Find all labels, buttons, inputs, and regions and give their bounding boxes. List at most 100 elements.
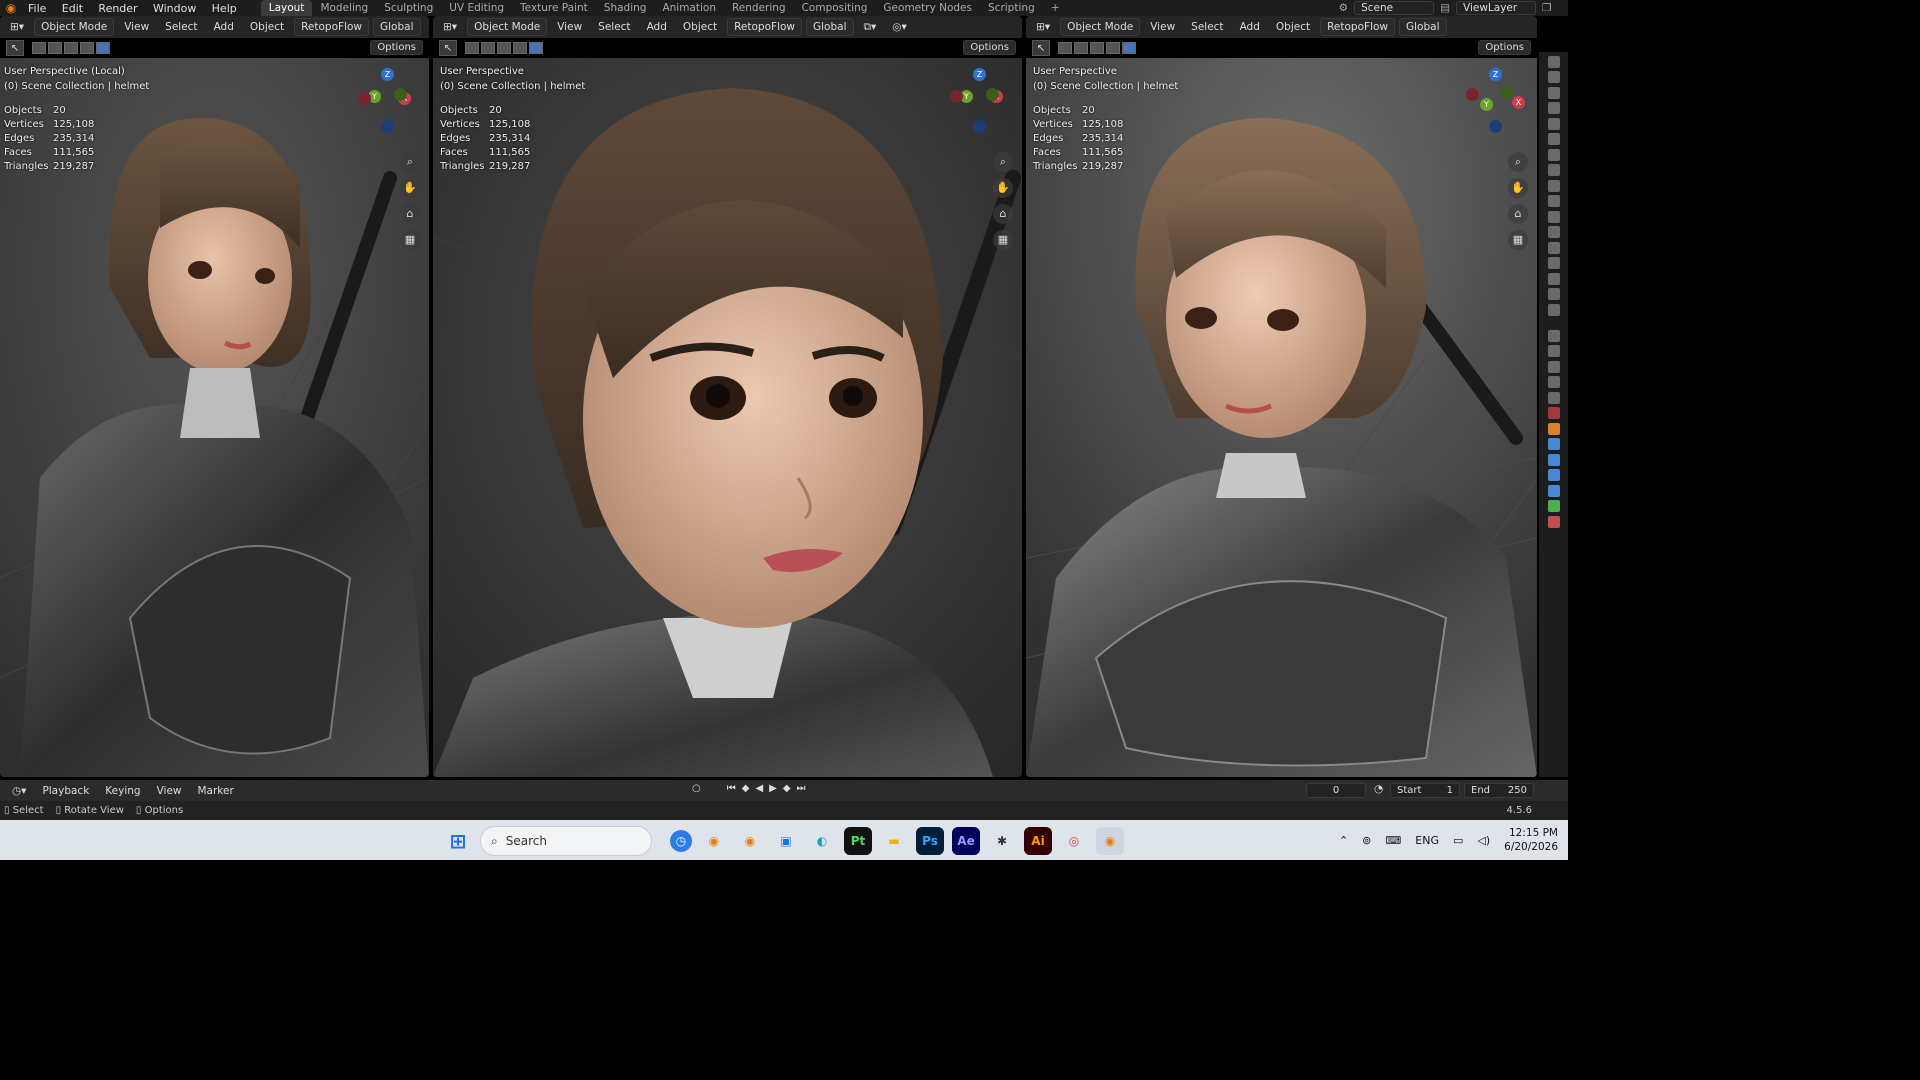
render-properties-icon[interactable] — [1547, 345, 1560, 357]
pan-hand-icon[interactable]: ✋ — [400, 178, 420, 198]
playback-menu[interactable]: Playback — [36, 783, 95, 799]
zoom-icon[interactable]: ⌕ — [1508, 152, 1528, 172]
jump-end-icon[interactable]: ⏭ — [797, 783, 806, 794]
select-tool-icon[interactable]: ↖ — [6, 40, 24, 56]
retopoflow-menu[interactable]: RetopoFlow — [727, 18, 802, 36]
select-menu[interactable]: Select — [159, 19, 203, 35]
view-menu[interactable]: View — [551, 19, 588, 35]
select-new-icon[interactable] — [465, 42, 479, 54]
pycharm-icon[interactable]: Pt — [844, 827, 872, 855]
neg-y-axis-icon[interactable] — [1500, 86, 1513, 99]
pan-hand-icon[interactable]: ✋ — [993, 178, 1013, 198]
options-dropdown[interactable]: Options — [1478, 40, 1531, 55]
select-subtract-icon[interactable] — [497, 42, 511, 54]
blender-icon[interactable]: ◉ — [736, 827, 764, 855]
select-intersect-icon[interactable] — [529, 42, 543, 54]
windows-start-icon[interactable]: ⊞ — [444, 827, 472, 855]
visibility-toggle-icon[interactable] — [1547, 71, 1560, 83]
pan-hand-icon[interactable]: ✋ — [1508, 178, 1528, 198]
z-axis-icon[interactable]: Z — [1489, 68, 1502, 81]
visibility-toggle-icon[interactable] — [1547, 148, 1560, 161]
chevron-up-icon[interactable]: ⌃ — [1339, 834, 1348, 847]
mode-dropdown[interactable]: Object Mode — [1060, 18, 1141, 36]
grid-icon[interactable]: ▦ — [993, 230, 1013, 250]
view-layer-properties-icon[interactable] — [1547, 376, 1560, 388]
snap-icon[interactable]: ⧉▾ — [858, 19, 883, 36]
retopoflow-menu[interactable]: RetopoFlow — [294, 18, 369, 36]
camera-icon[interactable]: ⌂ — [993, 204, 1013, 224]
zoom-icon[interactable]: ⌕ — [400, 152, 420, 172]
tab-compositing[interactable]: Compositing — [794, 0, 876, 16]
blender-icon[interactable]: ◉ — [700, 827, 728, 855]
select-tool-icon[interactable]: ↖ — [439, 40, 457, 56]
select-extend-icon[interactable] — [481, 42, 495, 54]
physics-properties-icon[interactable] — [1547, 469, 1560, 481]
editor-type-icon[interactable]: ⊞▾ — [1030, 19, 1056, 35]
tool-properties-icon[interactable] — [1547, 329, 1560, 342]
select-subtract-icon[interactable] — [64, 42, 78, 54]
jump-start-icon[interactable]: ⏮ — [727, 783, 736, 794]
scene-field[interactable]: Scene — [1354, 1, 1435, 15]
tab-layout[interactable]: Layout — [260, 0, 313, 16]
constraint-properties-icon[interactable] — [1547, 484, 1560, 497]
output-properties-icon[interactable] — [1547, 360, 1560, 373]
photoshop-icon[interactable]: Ps — [916, 827, 944, 855]
orientation-dropdown[interactable]: Global — [806, 18, 854, 36]
tab-animation[interactable]: Animation — [654, 0, 724, 16]
tab-rendering[interactable]: Rendering — [724, 0, 794, 16]
network-icon[interactable]: ▭ — [1453, 834, 1463, 847]
neg-y-axis-icon[interactable] — [394, 88, 407, 101]
data-properties-icon[interactable] — [1547, 500, 1560, 512]
neg-x-axis-icon[interactable] — [358, 92, 371, 105]
end-frame-field[interactable]: End 250 — [1464, 783, 1534, 798]
neg-z-axis-icon[interactable] — [381, 120, 394, 133]
visibility-toggle-icon[interactable] — [1547, 102, 1560, 114]
file-explorer-icon[interactable]: ▬ — [880, 827, 908, 855]
add-menu[interactable]: Add — [641, 19, 673, 35]
camera-icon[interactable]: ⌂ — [1508, 204, 1528, 224]
visibility-toggle-icon[interactable] — [1547, 226, 1560, 238]
after-effects-icon[interactable]: Ae — [952, 827, 980, 855]
visibility-toggle-icon[interactable] — [1547, 241, 1560, 254]
select-menu[interactable]: Select — [592, 19, 636, 35]
prev-keyframe-icon[interactable]: ◆ — [742, 783, 750, 794]
store-icon[interactable]: ▣ — [772, 827, 800, 855]
next-keyframe-icon[interactable]: ◆ — [783, 783, 791, 794]
menu-render[interactable]: Render — [92, 2, 143, 15]
window-icon[interactable]: ❐ — [1542, 2, 1568, 14]
camera-icon[interactable]: ⌂ — [400, 204, 420, 224]
visibility-toggle-icon[interactable] — [1547, 86, 1560, 99]
tab-modeling[interactable]: Modeling — [312, 0, 376, 16]
language-indicator[interactable]: ENG — [1415, 834, 1439, 847]
visibility-toggle-icon[interactable] — [1547, 195, 1560, 207]
scene-properties-icon[interactable] — [1547, 391, 1560, 404]
tab-geometry-nodes[interactable]: Geometry Nodes — [875, 0, 980, 16]
select-extend-icon[interactable] — [48, 42, 62, 54]
grid-icon[interactable]: ▦ — [1508, 230, 1528, 250]
select-subtract-icon[interactable] — [1090, 42, 1104, 54]
add-menu[interactable]: Add — [1234, 19, 1266, 35]
visibility-toggle-icon[interactable] — [1547, 117, 1560, 130]
clock[interactable]: 12:15 PM 6/20/2026 — [1504, 826, 1558, 854]
volume-icon[interactable]: ◁) — [1477, 834, 1490, 847]
visibility-toggle-icon[interactable] — [1547, 272, 1560, 285]
visibility-toggle-icon[interactable] — [1547, 210, 1560, 223]
zbrush-icon[interactable]: ✱ — [988, 827, 1016, 855]
z-axis-icon[interactable]: Z — [973, 68, 986, 81]
add-workspace-button[interactable]: + — [1043, 0, 1068, 16]
visibility-toggle-icon[interactable] — [1547, 303, 1560, 316]
viewport-right[interactable]: ⊞▾ Object Mode View Select Add Object Re… — [1026, 16, 1537, 777]
play-reverse-icon[interactable]: ◀ — [755, 783, 763, 794]
visibility-toggle-icon[interactable] — [1547, 179, 1560, 192]
keying-menu[interactable]: Keying — [99, 783, 146, 799]
select-invert-icon[interactable] — [1106, 42, 1120, 54]
editor-type-icon[interactable]: ⊞▾ — [437, 19, 463, 35]
select-invert-icon[interactable] — [513, 42, 527, 54]
marker-menu[interactable]: Marker — [192, 783, 240, 799]
add-menu[interactable]: Add — [208, 19, 240, 35]
neg-z-axis-icon[interactable] — [973, 120, 986, 133]
select-extend-icon[interactable] — [1074, 42, 1088, 54]
timeline-editor-icon[interactable]: ◷▾ — [6, 783, 32, 799]
tray-app-icon[interactable]: ⊚ — [1362, 834, 1371, 847]
stopwatch-icon[interactable]: ◔ — [1374, 783, 1383, 795]
